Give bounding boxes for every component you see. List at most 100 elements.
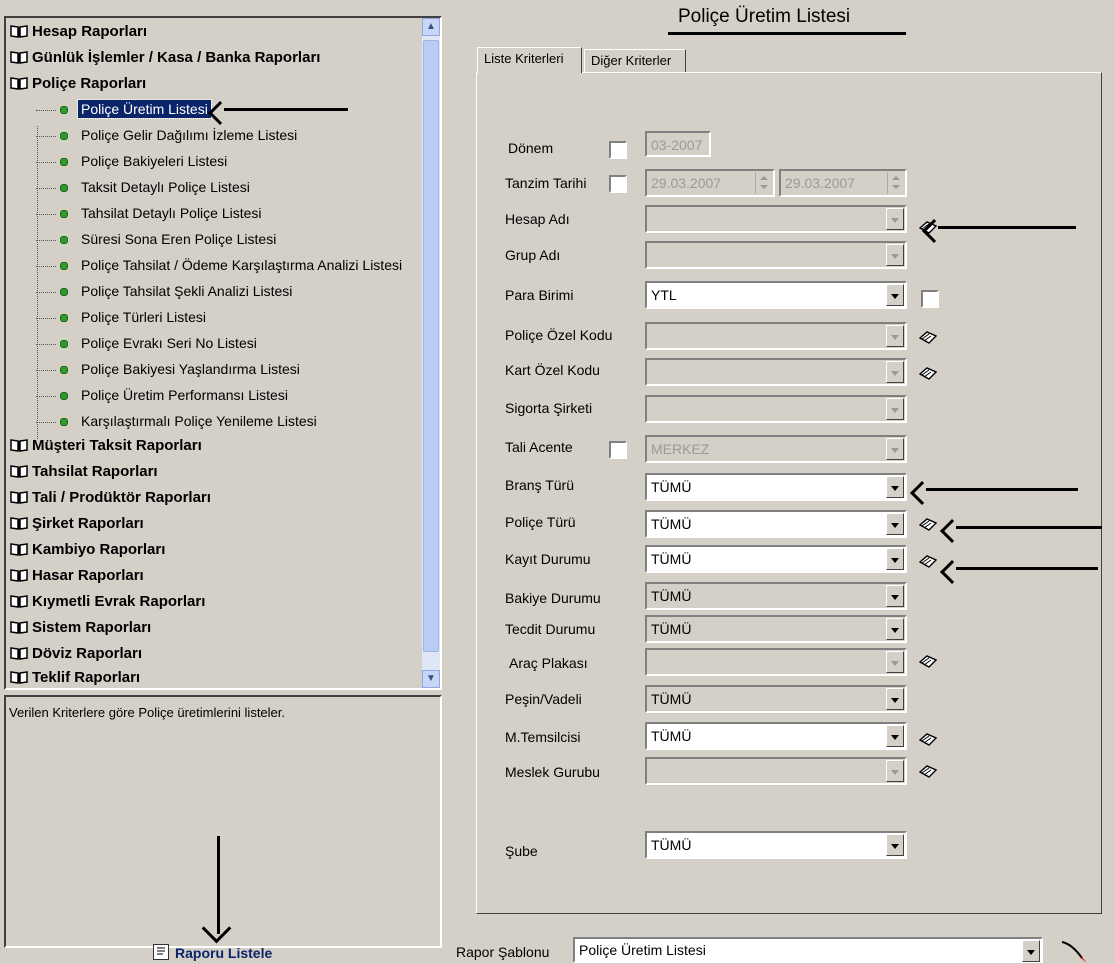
tree-item[interactable]: Poliçe Tahsilat Şekli Analizi Listesi [36, 279, 295, 303]
donem-checkbox[interactable] [609, 141, 627, 159]
tree-group-gunluk[interactable]: Günlük İşlemler / Kasa / Banka Raporları [10, 46, 320, 70]
chevron-down-icon[interactable] [886, 651, 904, 673]
brans-turu-select[interactable]: TÜMÜ [645, 473, 907, 501]
label-pesin-vadeli: Peşin/Vadeli [505, 691, 582, 707]
chevron-down-icon[interactable] [886, 725, 904, 747]
book-lookup-icon[interactable] [919, 331, 937, 345]
tree-item[interactable]: Poliçe Bakiyesi Yaşlandırma Listesi [36, 357, 303, 381]
bullet-icon [60, 392, 68, 401]
page-title: Poliçe Üretim Listesi [678, 6, 851, 27]
tecdit-durumu-select[interactable]: TÜMÜ [645, 615, 907, 643]
tree-item[interactable]: Tahsilat Detaylı Poliçe Listesi [36, 201, 265, 225]
book-icon [10, 22, 28, 38]
tab-liste-kriterleri[interactable]: Liste Kriterleri [477, 47, 582, 73]
rapor-sablonu-select[interactable]: Poliçe Üretim Listesi [573, 937, 1043, 963]
m-temsilcisi-select[interactable]: TÜMÜ [645, 722, 907, 750]
scroll-up-button[interactable]: ▲ [422, 18, 440, 36]
police-turu-select[interactable]: TÜMÜ [645, 510, 907, 538]
tree-item[interactable]: Poliçe Tahsilat / Ödeme Karşılaştırma An… [36, 253, 405, 277]
chevron-down-icon[interactable] [886, 438, 904, 460]
chevron-down-icon[interactable] [886, 284, 904, 306]
bullet-icon [60, 366, 68, 375]
donem-field[interactable]: 03-2007 [645, 131, 711, 157]
tree-group[interactable]: Kambiyo Raporları [10, 538, 165, 562]
tanzim-checkbox[interactable] [609, 175, 627, 193]
chevron-down-icon[interactable] [1022, 940, 1040, 962]
para-birimi-select[interactable]: YTL [645, 281, 907, 309]
para-birimi-checkbox[interactable] [921, 290, 939, 308]
spin-icon[interactable] [887, 172, 904, 194]
scroll-thumb[interactable] [423, 40, 439, 652]
chevron-down-icon[interactable] [886, 834, 904, 856]
book-lookup-icon[interactable] [919, 733, 937, 747]
chevron-down-icon[interactable] [886, 585, 904, 607]
edit-pen-icon[interactable] [1060, 938, 1088, 964]
kart-ozel-kodu-select[interactable] [645, 358, 907, 386]
arac-plakasi-select[interactable] [645, 648, 907, 676]
tree-scrollbar[interactable]: ▲ ▼ [422, 18, 440, 688]
tree-group[interactable]: Tahsilat Raporları [10, 460, 158, 484]
annotation-arrow [224, 108, 348, 111]
chevron-down-icon[interactable] [886, 760, 904, 782]
title-underline [668, 32, 906, 35]
meslek-gurubu-select[interactable] [645, 757, 907, 785]
sube-select[interactable]: TÜMÜ [645, 831, 907, 859]
tree-group[interactable]: Döviz Raporları [10, 642, 142, 666]
tree-item[interactable]: Poliçe Gelir Dağılımı İzleme Listesi [36, 123, 300, 147]
chevron-down-icon[interactable] [886, 325, 904, 347]
annotation-arrow [956, 526, 1102, 529]
chevron-down-icon[interactable] [886, 513, 904, 535]
chevron-down-icon[interactable] [886, 361, 904, 383]
tree-item[interactable]: Karşılaştırmalı Poliçe Yenileme Listesi [36, 409, 320, 433]
chevron-down-icon[interactable] [886, 476, 904, 498]
book-icon [10, 462, 28, 478]
book-icon [10, 514, 28, 530]
book-lookup-icon[interactable] [919, 555, 937, 569]
label-arac-plakasi: Araç Plakası [509, 655, 588, 671]
tree-group[interactable]: Şirket Raporları [10, 512, 144, 536]
book-lookup-icon[interactable] [919, 518, 937, 532]
chevron-down-icon[interactable] [886, 244, 904, 266]
tree-group[interactable]: Müşteri Taksit Raporları [10, 434, 202, 458]
sigorta-sirketi-select[interactable] [645, 395, 907, 423]
tree-group[interactable]: Hasar Raporları [10, 564, 144, 588]
tree-group-police[interactable]: Poliçe Raporları [10, 72, 146, 96]
list-report-button[interactable]: Raporu Listele [153, 942, 272, 964]
tree-group[interactable]: Teklif Raporları [10, 666, 140, 688]
police-ozel-kodu-select[interactable] [645, 322, 907, 350]
chevron-down-icon[interactable] [886, 688, 904, 710]
tree-group[interactable]: Sistem Raporları [10, 616, 151, 640]
book-lookup-icon[interactable] [919, 655, 937, 669]
chevron-down-icon[interactable] [886, 548, 904, 570]
scroll-down-button[interactable]: ▼ [422, 670, 440, 688]
tree-item[interactable]: Taksit Detaylı Poliçe Listesi [36, 175, 253, 199]
grup-adi-select[interactable] [645, 241, 907, 269]
kayit-durumu-select[interactable]: TÜMÜ [645, 545, 907, 573]
tali-acente-checkbox[interactable] [609, 441, 627, 459]
tree-item[interactable]: Poliçe Bakiyeleri Listesi [36, 149, 230, 173]
chevron-down-icon[interactable] [886, 208, 904, 230]
tree-item[interactable]: Poliçe Evrakı Seri No Listesi [36, 331, 260, 355]
pesin-vadeli-select[interactable]: TÜMÜ [645, 685, 907, 713]
tree-group[interactable]: Tali / Prodüktör Raporları [10, 486, 211, 510]
tab-diger-kriterler[interactable]: Diğer Kriterler [584, 49, 686, 73]
tanzim-to-date[interactable]: 29.03.2007 [779, 169, 907, 197]
tree-item-police-uretim[interactable]: Poliçe Üretim Listesi [36, 97, 212, 121]
bakiye-durumu-select[interactable]: TÜMÜ [645, 582, 907, 610]
tree-group-hesap[interactable]: Hesap Raporları [10, 20, 147, 44]
tali-acente-select[interactable]: MERKEZ [645, 435, 907, 463]
chevron-down-icon[interactable] [886, 618, 904, 640]
book-lookup-icon[interactable] [919, 367, 937, 381]
label-para-birimi: Para Birimi [505, 287, 574, 303]
tree-group[interactable]: Kıymetli Evrak Raporları [10, 590, 205, 614]
spin-icon[interactable] [755, 172, 772, 194]
book-lookup-icon[interactable] [919, 765, 937, 779]
hesap-adi-select[interactable] [645, 205, 907, 233]
label-kayit-durumu: Kayıt Durumu [505, 551, 591, 567]
tree-item[interactable]: Poliçe Üretim Performansı Listesi [36, 383, 291, 407]
tanzim-from-date[interactable]: 29.03.2007 [645, 169, 775, 197]
bullet-icon [60, 340, 68, 349]
tree-item[interactable]: Süresi Sona Eren Poliçe Listesi [36, 227, 279, 251]
chevron-down-icon[interactable] [886, 398, 904, 420]
tree-item[interactable]: Poliçe Türleri Listesi [36, 305, 209, 329]
